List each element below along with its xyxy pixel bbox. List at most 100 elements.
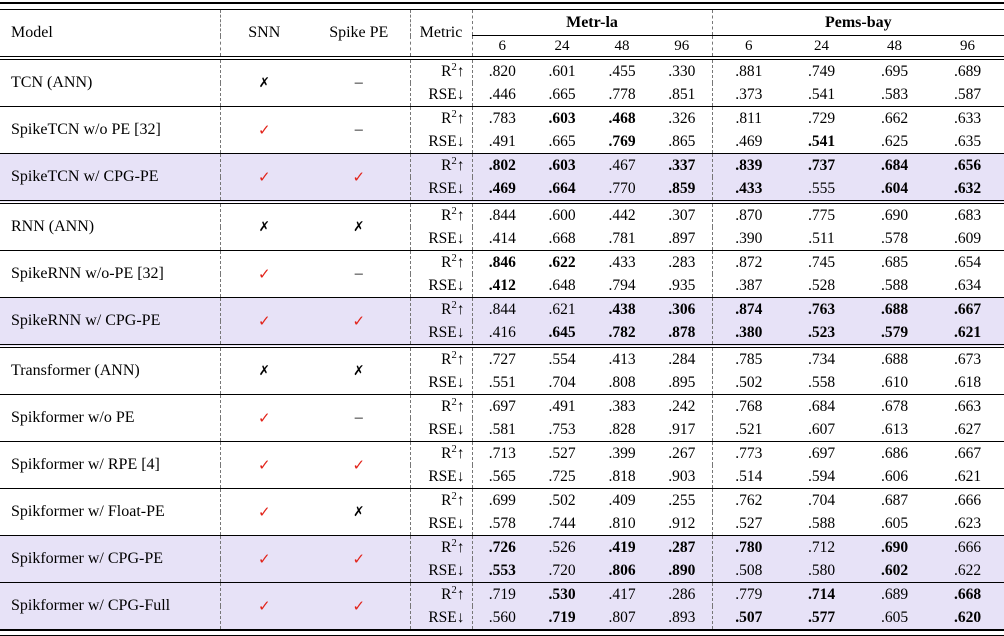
metric-value: .663 [931, 395, 1004, 419]
metric-value: .469 [472, 177, 532, 202]
metric-base: R [441, 157, 451, 174]
metric-base: R [441, 110, 451, 127]
metric-value: .634 [931, 274, 1004, 298]
metric-value: .622 [532, 251, 592, 275]
metric-value: .491 [532, 395, 592, 419]
metric-base: R [441, 63, 451, 80]
metric-value: .468 [592, 107, 652, 131]
metric-value: .284 [652, 346, 712, 371]
metric-value: .665 [532, 130, 592, 154]
metric-value: .267 [652, 442, 712, 466]
metric-value: .373 [712, 83, 785, 107]
metric-value: .763 [785, 298, 858, 322]
metric-value: .745 [785, 251, 858, 275]
arrow-up-icon: ↑ [457, 351, 465, 368]
spike-pe-mark-cell: ✗ [308, 489, 410, 536]
metric-value: .912 [652, 512, 712, 536]
metric-value: .802 [472, 154, 532, 178]
metric-value: .775 [785, 202, 858, 227]
metric-value: .507 [712, 606, 785, 630]
metric-value: .778 [592, 83, 652, 107]
metric-value: .648 [532, 274, 592, 298]
metric-label: R2↑ [410, 58, 472, 83]
metric-value: .895 [652, 371, 712, 395]
cross-icon: ✗ [259, 75, 270, 91]
metric-value: .810 [592, 512, 652, 536]
metric-value: .553 [472, 559, 532, 583]
check-icon: ✓ [258, 168, 271, 186]
metric-label: RSE↓ [410, 227, 472, 251]
metric-value: .727 [472, 346, 532, 371]
metric-value: .673 [931, 346, 1004, 371]
check-icon: ✓ [258, 121, 271, 139]
metric-value: .744 [532, 512, 592, 536]
arrow-down-icon: ↓ [457, 515, 465, 532]
metric-value: .387 [712, 274, 785, 298]
arrow-down-icon: ↓ [457, 324, 465, 341]
metric-value: .618 [931, 371, 1004, 395]
metric-value: .523 [785, 321, 858, 346]
col-header-metric: Metric [410, 10, 472, 59]
metric-value: .502 [532, 489, 592, 513]
metric-value: .704 [532, 371, 592, 395]
cross-icon: ✗ [353, 504, 364, 520]
spike-pe-mark-cell: ✓ [308, 536, 410, 583]
metric-value: .580 [785, 559, 858, 583]
horizon-label: 96 [652, 36, 712, 59]
spike-pe-mark-cell: ✗ [308, 346, 410, 395]
metric-value: .607 [785, 418, 858, 442]
metric-value: .917 [652, 418, 712, 442]
dash-mark: – [355, 265, 363, 282]
metric-value: .283 [652, 251, 712, 275]
metric-value: .719 [472, 583, 532, 607]
metric-value: .844 [472, 298, 532, 322]
metric-value: .690 [858, 536, 931, 560]
spike-pe-mark-cell: – [308, 107, 410, 154]
spike-pe-mark-cell: – [308, 58, 410, 107]
snn-mark-cell: ✓ [220, 154, 308, 203]
metric-base: R [441, 586, 451, 603]
snn-mark-cell: ✗ [220, 202, 308, 251]
spike-pe-mark-cell: ✓ [308, 583, 410, 631]
table-row: Spikformer w/ CPG-Full✓✓R2↑.719.530.417.… [0, 583, 1004, 607]
metric-value: .551 [472, 371, 532, 395]
metric-value: .511 [785, 227, 858, 251]
metric-value: .684 [785, 395, 858, 419]
metric-value: .558 [785, 371, 858, 395]
metric-value: .666 [931, 536, 1004, 560]
arrow-up-icon: ↑ [457, 586, 465, 603]
metric-value: .242 [652, 395, 712, 419]
arrow-down-icon: ↓ [457, 133, 465, 150]
model-name: Transformer (ANN) [0, 346, 220, 395]
cross-icon: ✗ [353, 219, 364, 235]
dash-mark: – [355, 121, 363, 138]
metric-label: R2↑ [410, 154, 472, 178]
table-row: SpikeRNN w/o-PE [32]✓–R2↑.846.622.433.28… [0, 251, 1004, 275]
metric-label: RSE↓ [410, 559, 472, 583]
metric-value: .527 [712, 512, 785, 536]
metric-label: R2↑ [410, 536, 472, 560]
metric-value: .632 [931, 177, 1004, 202]
cross-icon: ✗ [259, 363, 270, 379]
metric-value: .581 [472, 418, 532, 442]
model-name: SpikeTCN w/ CPG-PE [0, 154, 220, 203]
metric-label: R2↑ [410, 107, 472, 131]
metric-base: R [441, 301, 451, 318]
metric-base: RSE [428, 374, 456, 391]
snn-mark-cell: ✓ [220, 489, 308, 536]
metric-value: .665 [532, 83, 592, 107]
metric-value: .695 [858, 58, 931, 83]
metric-label: RSE↓ [410, 321, 472, 346]
metric-value: .413 [592, 346, 652, 371]
metric-value: .583 [858, 83, 931, 107]
metric-value: .541 [785, 83, 858, 107]
metric-value: .874 [712, 298, 785, 322]
metric-value: .610 [858, 371, 931, 395]
metric-value: .633 [931, 107, 1004, 131]
metric-value: .704 [785, 489, 858, 513]
metric-base: RSE [428, 277, 456, 294]
cross-icon: ✗ [259, 219, 270, 235]
metric-value: .725 [532, 465, 592, 489]
metric-value: .935 [652, 274, 712, 298]
metric-value: .656 [931, 154, 1004, 178]
